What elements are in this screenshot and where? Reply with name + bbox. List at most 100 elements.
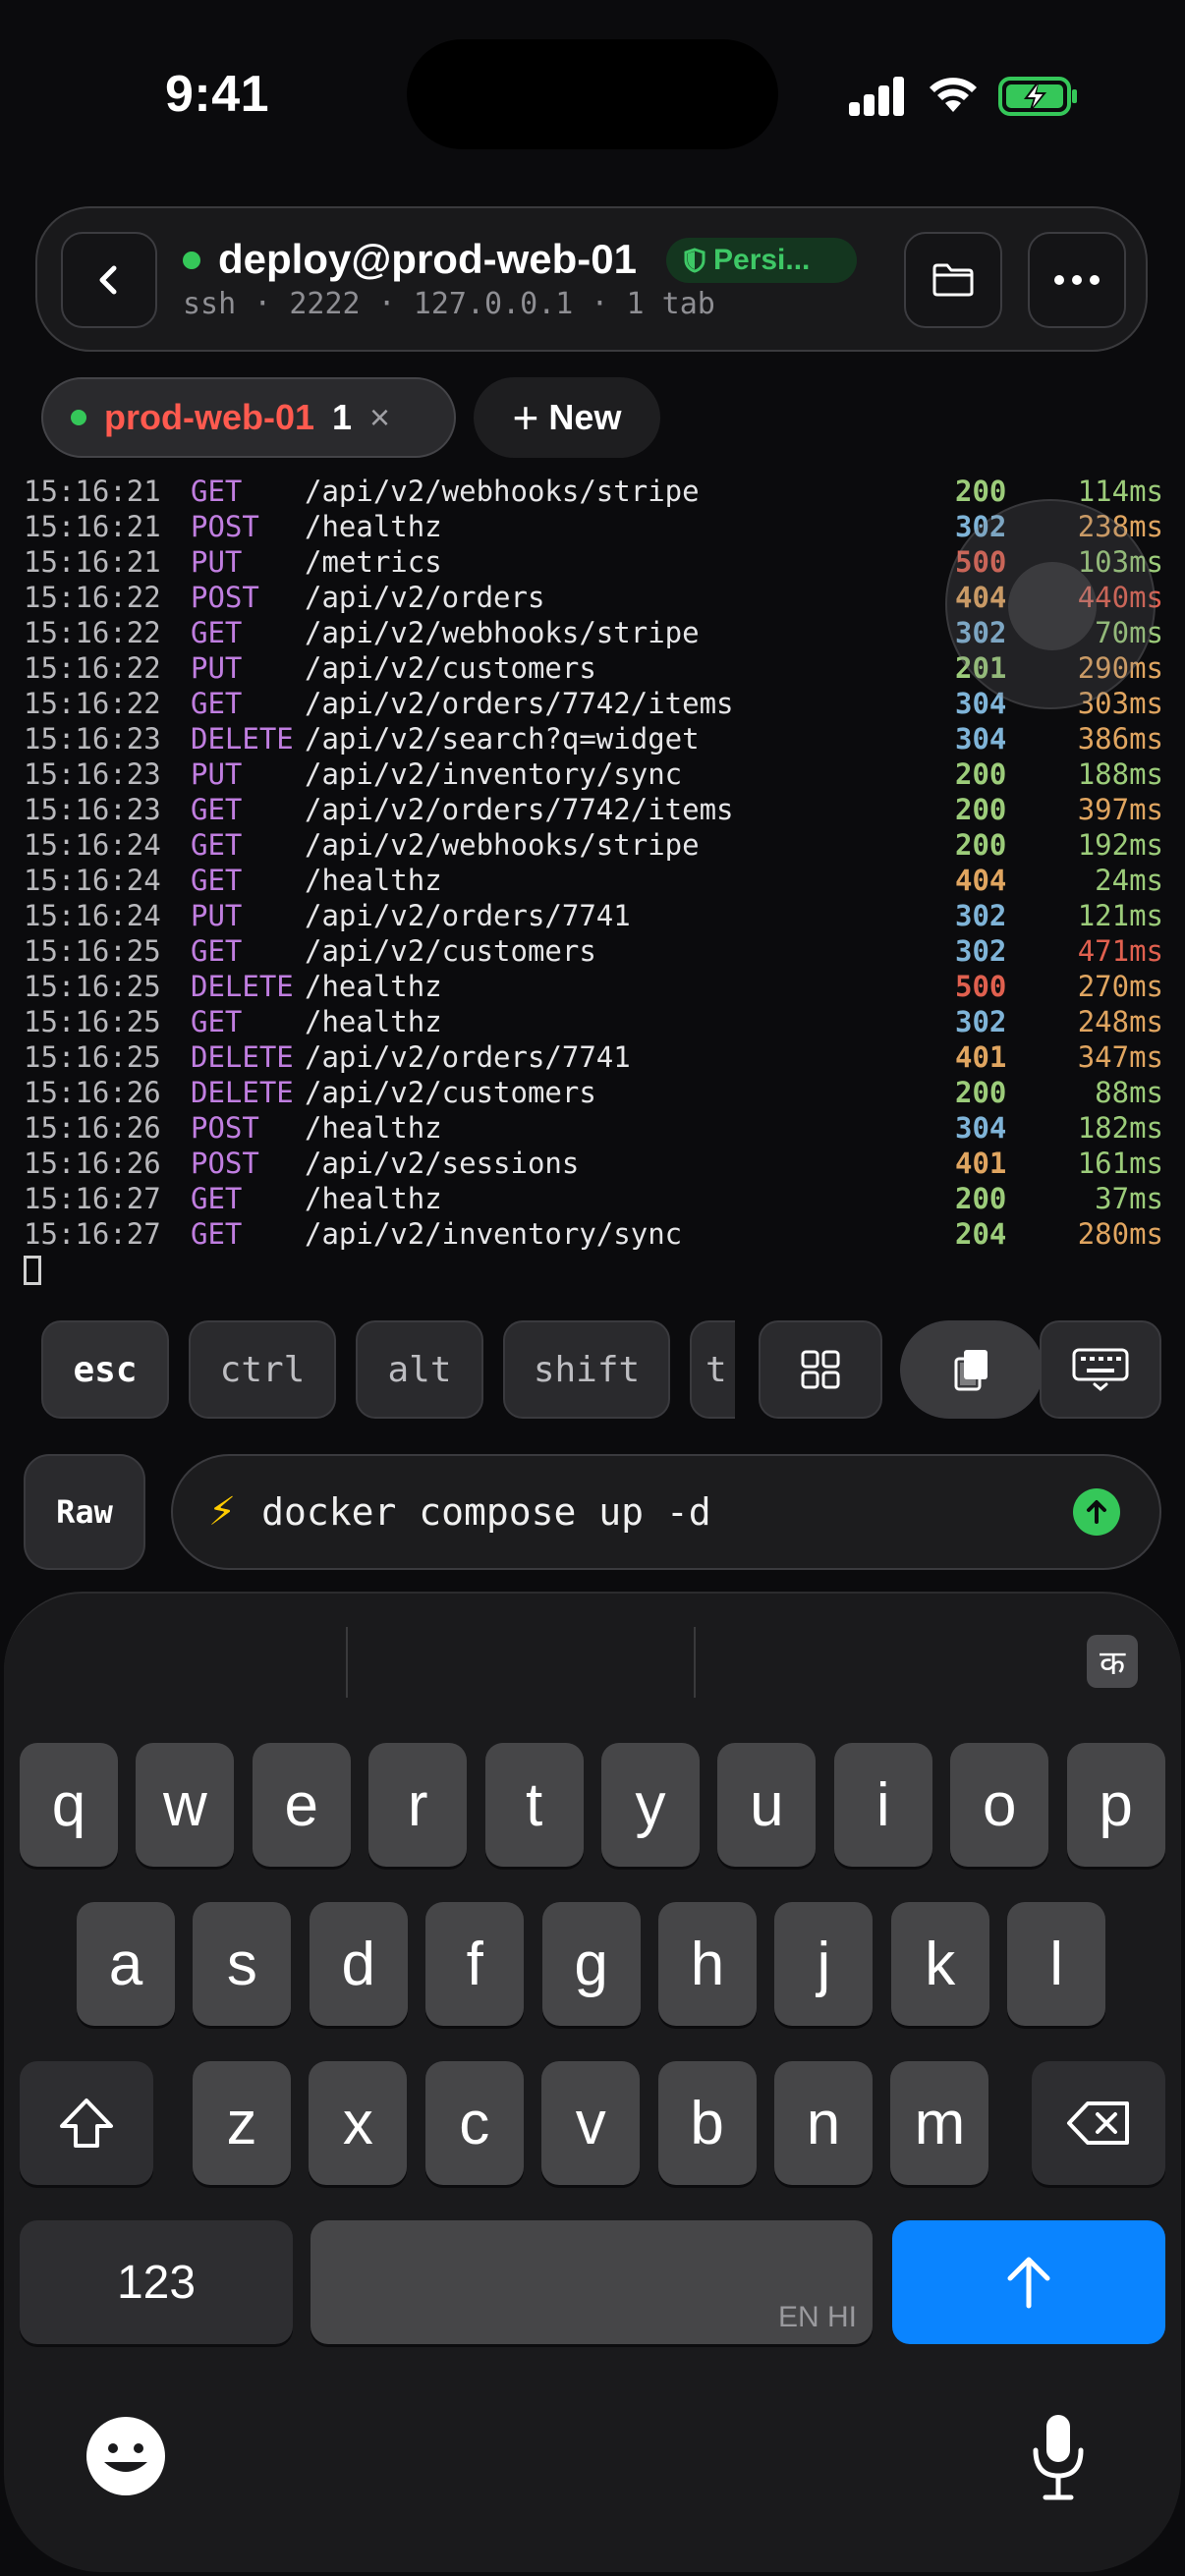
log-method: GET [191,1005,243,1038]
cellular-signal-icon [849,77,906,116]
grid-button[interactable] [759,1320,882,1419]
send-button[interactable] [1073,1488,1120,1536]
log-path: /api/v2/orders/7742/items [305,793,734,826]
key-b[interactable]: b [657,2061,757,2185]
key-e[interactable]: e [252,1743,351,1867]
key-c[interactable]: c [424,2061,524,2185]
numbers-key[interactable]: 123 [20,2220,293,2344]
key-j[interactable]: j [774,1902,874,2026]
esc-key[interactable]: esc [41,1320,169,1419]
floating-joystick[interactable] [945,499,1156,709]
log-status: 401 [955,1147,1007,1180]
key-y[interactable]: y [601,1743,700,1867]
key-v[interactable]: v [541,2061,641,2185]
shift-key[interactable]: shift [503,1320,670,1419]
modifier-key-bar: esc ctrl alt shift t [41,1320,735,1419]
log-row: 15:16:27 GET/api/v2/inventory/sync 204 280m… [24,1216,1163,1252]
log-method: DELETE [191,722,294,756]
log-path: /healthz [305,1111,442,1145]
log-time: 15:16:22 [24,616,161,649]
key-h[interactable]: h [658,1902,757,2026]
log-path: /api/v2/sessions [305,1147,580,1180]
key-d[interactable]: d [309,1902,408,2026]
log-duration: 161ms [1077,1147,1163,1180]
log-row: 15:16:26 POST/healthz 304 182ms [24,1110,1163,1146]
key-x[interactable]: x [309,2061,408,2185]
log-status: 401 [955,1040,1007,1074]
log-path: /healthz [305,864,442,897]
folder-icon [932,263,974,297]
tab-prod-web-01[interactable]: prod-web-01 1 × [41,377,456,458]
log-time: 15:16:21 [24,475,161,508]
log-status: 500 [955,970,1007,1003]
log-duration: 248ms [1077,1005,1163,1038]
back-button[interactable] [61,232,157,328]
key-n[interactable]: n [774,2061,873,2185]
more-options-button[interactable] [1028,232,1126,328]
log-row: 15:16:25 DELETE/api/v2/orders/7741 401 347m… [24,1039,1163,1075]
key-u[interactable]: u [717,1743,817,1867]
new-tab-button[interactable]: + New [474,377,660,458]
host-title: deploy@prod-web-01 [218,236,637,282]
log-time: 15:16:27 [24,1182,161,1215]
key-a[interactable]: a [77,1902,175,2026]
log-duration: 270ms [1077,970,1163,1003]
key-f[interactable]: f [425,1902,525,2026]
hindi-input-key[interactable]: क [1087,1635,1138,1688]
key-q[interactable]: q [20,1743,118,1867]
log-path: /api/v2/search?q=widget [305,722,700,756]
return-key[interactable] [892,2220,1165,2344]
log-row: 15:16:26 DELETE/api/v2/customers 200 88ms [24,1075,1163,1110]
ctrl-key[interactable]: ctrl [189,1320,336,1419]
tab-close-icon[interactable]: × [369,397,390,438]
log-row: 15:16:24 GET/healthz 404 24ms [24,863,1163,898]
log-status: 200 [955,757,1007,791]
log-row: 15:16:24 PUT/api/v2/orders/7741 302 121ms [24,898,1163,933]
key-r[interactable]: r [368,1743,468,1867]
key-z[interactable]: z [193,2061,291,2185]
key-k[interactable]: k [890,1902,989,2026]
log-path: /healthz [305,510,442,543]
key-w[interactable]: w [136,1743,235,1867]
joystick-knob[interactable] [1008,562,1097,650]
persistent-badge[interactable]: Persi... [666,238,857,283]
log-path: /api/v2/orders/7741 [305,899,631,932]
alt-key[interactable]: alt [356,1320,483,1419]
key-i[interactable]: i [833,1743,932,1867]
microphone-icon[interactable] [1024,2409,1093,2507]
arrow-up-icon [1087,1500,1106,1524]
emoji-icon[interactable] [83,2413,169,2499]
connection-details: ssh · 2222 · 127.0.0.1 · 1 tab [183,287,715,321]
clipboard-icon [954,1350,988,1391]
key-s[interactable]: s [193,1902,292,2026]
shift-key-keyboard[interactable] [20,2061,153,2185]
key-m[interactable]: m [890,2061,989,2185]
command-input[interactable]: ⚡ docker compose up -d [171,1454,1161,1570]
key-g[interactable]: g [541,1902,641,2026]
log-path: /metrics [305,545,442,579]
hide-keyboard-button[interactable] [1040,1320,1161,1419]
log-path: /api/v2/orders [305,581,545,614]
log-duration: 188ms [1077,757,1163,791]
log-status: 302 [955,899,1007,932]
space-key[interactable]: EN HI [310,2220,873,2344]
log-duration: 397ms [1077,793,1163,826]
files-button[interactable] [904,232,1002,328]
key-l[interactable]: l [1007,1902,1106,2026]
delete-key[interactable] [1032,2061,1165,2185]
key-p[interactable]: p [1066,1743,1165,1867]
paste-button[interactable] [900,1320,1044,1419]
log-method: PUT [191,545,243,579]
log-method: GET [191,616,243,649]
log-time: 15:16:25 [24,934,161,968]
raw-mode-toggle[interactable]: Raw [24,1454,145,1570]
log-time: 15:16:23 [24,722,161,756]
tab-key[interactable]: t [690,1320,735,1419]
log-duration: 471ms [1077,934,1163,968]
log-path: /api/v2/orders/7742/items [305,687,734,720]
plus-icon: + [512,392,539,443]
command-input-value[interactable]: docker compose up -d [261,1490,1073,1534]
log-path: /healthz [305,970,442,1003]
key-t[interactable]: t [484,1743,584,1867]
key-o[interactable]: o [950,1743,1049,1867]
